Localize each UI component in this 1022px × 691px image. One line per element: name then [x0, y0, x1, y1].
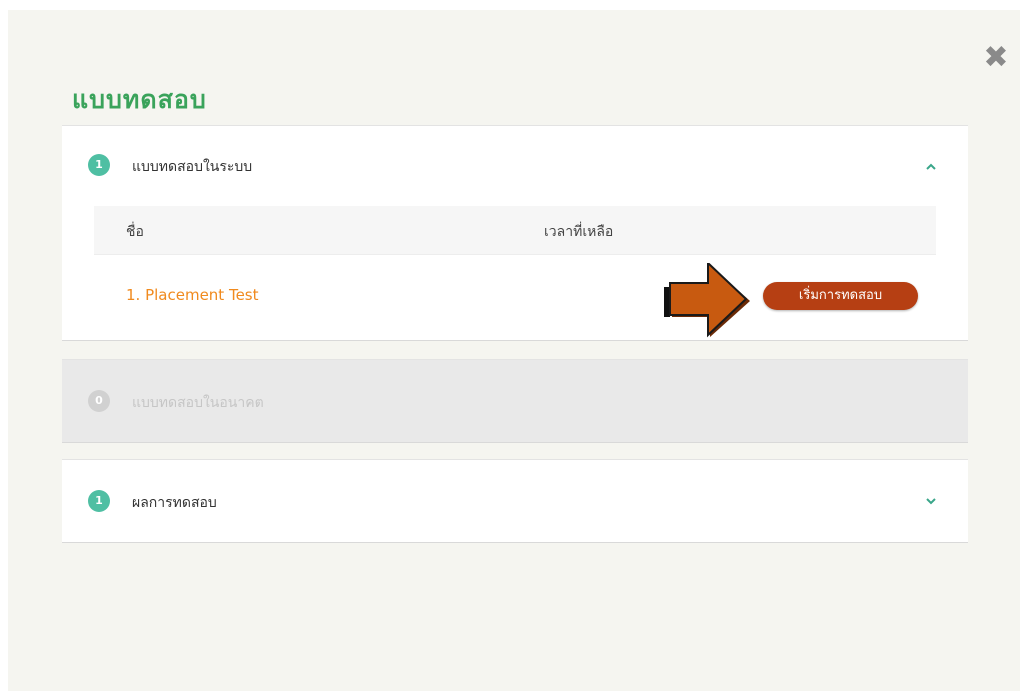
section-in-system-header[interactable]: 1 แบบทดสอบในระบบ [62, 126, 968, 204]
count-badge: 0 [88, 390, 110, 412]
column-header-name: ชื่อ [126, 224, 144, 240]
section-title: แบบทดสอบในอนาคต [132, 395, 264, 411]
close-icon[interactable]: ✖ [978, 40, 1014, 76]
section-future-header: 0 แบบทดสอบในอนาคต [62, 360, 968, 438]
section-title: ผลการทดสอบ [132, 495, 217, 511]
table-header: ชื่อ เวลาที่เหลือ [94, 206, 936, 255]
chevron-up-icon[interactable] [922, 160, 940, 178]
section-in-system: 1 แบบทดสอบในระบบ ชื่อ เวลาที่เหลือ 1. Pl… [62, 125, 968, 341]
pointer-arrow-icon [664, 263, 750, 338]
section-title: แบบทดสอบในระบบ [132, 159, 253, 175]
test-name-link[interactable]: 1. Placement Test [126, 286, 259, 304]
count-badge: 1 [88, 154, 110, 176]
test-modal: ✖ แบบทดสอบ 1 แบบทดสอบในระบบ ชื่อ เวลาที่… [8, 10, 1020, 691]
section-results-header[interactable]: 1 ผลการทดสอบ [62, 460, 968, 538]
table-row: 1. Placement Test เริ่มการทดสอบ [94, 256, 936, 338]
column-header-time-remaining: เวลาที่เหลือ [544, 224, 614, 240]
page-title: แบบทดสอบ [72, 85, 207, 114]
count-badge: 1 [88, 490, 110, 512]
start-test-button[interactable]: เริ่มการทดสอบ [763, 282, 918, 310]
chevron-down-icon[interactable] [922, 494, 940, 512]
section-future: 0 แบบทดสอบในอนาคต [62, 359, 968, 443]
section-results: 1 ผลการทดสอบ [62, 459, 968, 543]
